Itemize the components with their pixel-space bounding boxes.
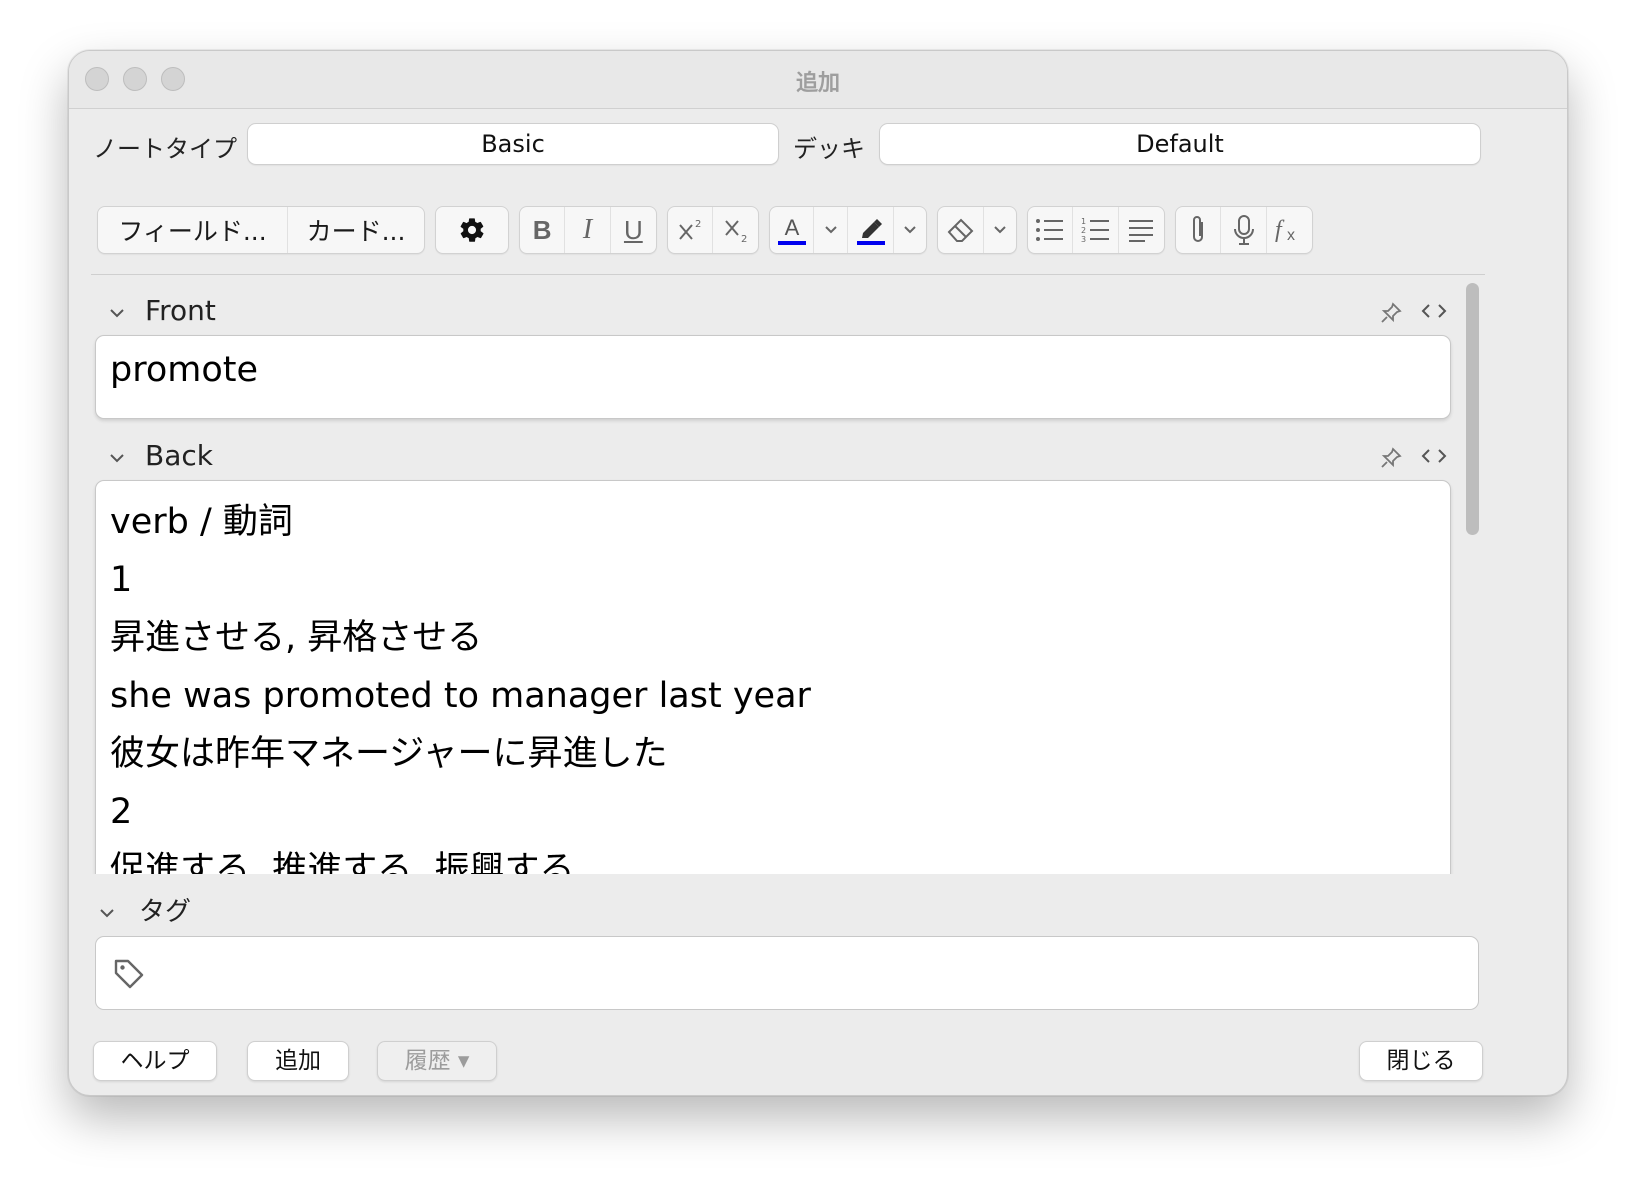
bullet-list-button[interactable] [1028, 207, 1074, 253]
back-line: 1 [110, 560, 133, 600]
text-color-dropdown[interactable] [814, 207, 848, 253]
back-line: she was promoted to manager last year [110, 676, 811, 716]
front-field-name: Front [145, 294, 216, 327]
back-line: 彼女は昨年マネージャーに昇進した [110, 734, 668, 774]
format-group: B I U [519, 206, 657, 254]
math-button[interactable]: fx [1267, 207, 1312, 253]
list-group: 123 [1027, 206, 1165, 254]
eraser-group [937, 206, 1017, 254]
numbered-list-icon: 123 [1081, 216, 1111, 244]
microphone-icon [1232, 214, 1256, 246]
title-bar: 追加 [69, 51, 1567, 109]
editor-toolbar: フィールド... カード... B I U 2 2 A 1 2 3 f x [69, 206, 1567, 256]
front-field-header: Front [91, 291, 1485, 331]
options-group [435, 206, 509, 254]
chevron-down-icon [993, 225, 1007, 235]
fields-button[interactable]: フィールド... [98, 207, 288, 253]
text-color-icon: A [775, 213, 809, 247]
add-note-window: 追加 ノートタイプ Basic デッキ Default フィールド... カード… [68, 50, 1568, 1096]
back-line: 促進する, 推進する, 振興する [110, 850, 575, 874]
notetype-label: ノートタイプ [93, 135, 237, 163]
deck-selector[interactable]: Default [879, 123, 1481, 165]
cards-button[interactable]: カード... [288, 207, 424, 253]
align-icon [1127, 217, 1155, 243]
bold-button[interactable]: B [520, 207, 566, 253]
svg-text:2: 2 [1081, 226, 1086, 235]
function-icon: fx [1273, 215, 1305, 245]
collapse-chevron-icon[interactable] [109, 303, 125, 322]
chevron-down-icon [824, 225, 838, 235]
underline-button[interactable]: U [611, 207, 656, 253]
help-button[interactable]: ヘルプ [93, 1041, 217, 1081]
tags-input[interactable] [95, 936, 1479, 1010]
highlight-button[interactable] [848, 207, 894, 253]
svg-text:A: A [784, 215, 799, 240]
svg-text:2: 2 [741, 234, 747, 245]
tags-label: タグ [139, 897, 192, 927]
chevron-down-icon[interactable] [99, 903, 115, 922]
bullet-list-icon [1035, 217, 1065, 243]
deck-label: デッキ [793, 135, 865, 163]
chevron-down-icon [903, 225, 917, 235]
highlight-dropdown[interactable] [894, 207, 926, 253]
back-field-input[interactable]: verb / 動詞 1 昇進させる, 昇格させる she was promote… [95, 480, 1451, 874]
back-field-name: Back [145, 439, 213, 472]
text-color-button[interactable]: A [770, 207, 814, 253]
editor-scrollbar[interactable] [1461, 275, 1485, 874]
html-editor-icon[interactable] [1421, 446, 1447, 474]
svg-text:3: 3 [1081, 235, 1086, 244]
fields-cards-group: フィールド... カード... [97, 206, 425, 254]
subscript-button[interactable]: 2 [713, 207, 758, 253]
back-line: verb / 動詞 [110, 502, 293, 542]
front-field-icons [1379, 301, 1447, 329]
clear-format-dropdown[interactable] [984, 207, 1016, 253]
superscript-button[interactable]: 2 [668, 207, 714, 253]
svg-text:2: 2 [695, 219, 701, 230]
front-field-input[interactable]: promote [95, 335, 1451, 419]
italic-button[interactable]: I [565, 207, 611, 253]
pin-icon[interactable] [1379, 446, 1403, 474]
window-title: 追加 [795, 71, 840, 96]
scrollbar-thumb[interactable] [1466, 283, 1479, 535]
back-field-header: Back [91, 436, 1485, 476]
options-button[interactable] [436, 207, 508, 253]
media-group: fx [1175, 206, 1313, 254]
color-group: A [769, 206, 927, 254]
clear-format-button[interactable] [938, 207, 984, 253]
collapse-chevron-icon[interactable] [109, 448, 125, 467]
history-button[interactable]: 履歴 ▾ [377, 1041, 497, 1081]
record-audio-button[interactable] [1221, 207, 1267, 253]
close-button[interactable]: 閉じる [1359, 1041, 1483, 1081]
back-field-icons [1379, 446, 1447, 474]
attach-button[interactable] [1176, 207, 1222, 253]
script-group: 2 2 [667, 206, 759, 254]
align-button[interactable] [1119, 207, 1164, 253]
gear-icon [458, 216, 486, 244]
numbered-list-button[interactable]: 123 [1073, 207, 1119, 253]
paperclip-icon [1186, 214, 1210, 246]
superscript-icon: 2 [675, 215, 705, 245]
pin-icon[interactable] [1379, 301, 1403, 329]
html-editor-icon[interactable] [1421, 301, 1447, 329]
note-settings-row: ノートタイプ Basic デッキ Default [69, 121, 1567, 169]
add-button[interactable]: 追加 [247, 1041, 349, 1081]
svg-text:1: 1 [1081, 217, 1086, 226]
svg-text:f: f [1275, 217, 1285, 243]
fields-editor: Front promote Back verb / 動詞 1 昇進させる, 昇格… [91, 274, 1485, 874]
tag-icon [112, 957, 146, 995]
subscript-icon: 2 [721, 215, 751, 245]
svg-text:x: x [1287, 227, 1295, 244]
back-line: 2 [110, 792, 133, 832]
notetype-selector[interactable]: Basic [247, 123, 779, 165]
eraser-icon [945, 214, 977, 246]
back-line: 昇進させる, 昇格させる [110, 618, 483, 658]
highlight-icon [854, 213, 888, 247]
